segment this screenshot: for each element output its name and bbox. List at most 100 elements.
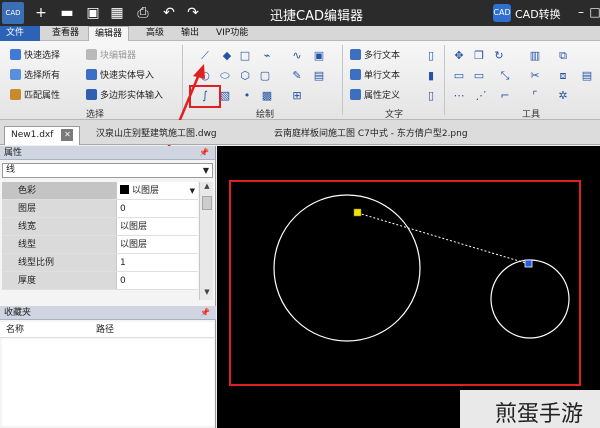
scroll-down-icon[interactable]: ▼ (200, 288, 214, 300)
line-tool-icon[interactable]: ⟋ (198, 49, 212, 63)
new-icon[interactable]: + (32, 4, 50, 22)
array-tool-icon[interactable]: ▥ (528, 49, 542, 63)
doc-tab-villa[interactable]: 汉泉山庄别墅建筑施工图.dwg (90, 126, 223, 145)
table-tool-icon[interactable]: ⊞ (290, 89, 304, 103)
pen-tool-icon[interactable]: ✎ (290, 69, 304, 83)
copy-tool-icon[interactable]: ❐ (472, 49, 486, 63)
select-all-button[interactable]: 选择所有 (10, 69, 60, 82)
group-tool-icon[interactable]: ⧉ (556, 49, 570, 63)
cad-convert-icon[interactable]: CAD (493, 4, 511, 22)
hexagon-tool-icon[interactable]: ⬡ (238, 69, 252, 83)
property-row-linetype-scale[interactable]: 线型比例 1 (2, 254, 198, 272)
region-tool-icon[interactable]: ▢ (258, 69, 272, 83)
property-row-color[interactable]: 色彩 以图层 ▼ (2, 182, 198, 200)
doc-tab-new1[interactable]: New1.dxf ✕ (4, 126, 81, 145)
window-title: 迅捷CAD编辑器 (270, 9, 363, 24)
text-find-icon[interactable]: ▯ (424, 89, 438, 103)
ribbon-separator (342, 45, 343, 115)
mirror-tool-icon[interactable]: ▭ (452, 69, 466, 83)
tab-editor[interactable]: 编辑器 (88, 26, 130, 41)
column-path[interactable]: 路径 (90, 322, 114, 337)
fillet-tool-icon[interactable]: ⌐ (498, 89, 512, 103)
property-row-layer[interactable]: 图层 0 (2, 200, 198, 218)
maximize-icon[interactable]: □ (588, 4, 600, 20)
image-tool-icon[interactable]: ▩ (260, 89, 274, 103)
arc-chain-tool-icon[interactable]: ⌁ (260, 49, 274, 63)
title-bar: CAD + ▬ ▣ ▦ ⎙ ↶ ↷ 迅捷CAD编辑器 CAD CAD转换 – □ (0, 0, 600, 26)
block-editor-button[interactable]: 块编辑器 (86, 49, 136, 62)
chevron-down-icon: ▼ (202, 166, 209, 175)
polygon-entity-input-button[interactable]: 多边形实体输入 (86, 89, 163, 102)
cad-convert-button[interactable]: CAD转换 (515, 6, 561, 22)
tab-advanced[interactable]: 高级 (140, 26, 170, 41)
chevron-down-icon: ▼ (189, 187, 195, 195)
favorites-list (2, 339, 214, 426)
insert-block-icon[interactable]: ▣ (312, 49, 326, 63)
property-row-lineweight[interactable]: 线宽 以图层 (2, 218, 198, 236)
grip-start[interactable] (353, 208, 362, 217)
ellipse-tool-icon[interactable]: ⬭ (218, 69, 232, 83)
property-row-linetype[interactable]: 线型 以图层 (2, 236, 198, 254)
undo-icon[interactable]: ↶ (160, 4, 178, 22)
pin-icon[interactable]: 📌 (200, 306, 210, 320)
property-row-thickness[interactable]: 厚度 0 (2, 272, 198, 290)
pin-icon[interactable]: 📌 (199, 146, 209, 160)
column-name[interactable]: 名称 (0, 322, 90, 337)
scale-tool-icon[interactable]: ▭ (472, 69, 486, 83)
save-icon[interactable]: ▣ (84, 4, 102, 22)
rectangle-tool-icon[interactable]: □ (238, 49, 252, 63)
move-tool-icon[interactable]: ✥ (452, 49, 466, 63)
text-style-icon[interactable]: ▯ (424, 49, 438, 63)
polyline-tool-icon[interactable]: ◆ (220, 49, 234, 63)
favorites-columns: 名称 路径 (0, 322, 214, 338)
watermark: 煎蛋手游 (495, 402, 584, 427)
tab-output[interactable]: 输出 (175, 26, 205, 41)
brush-icon (10, 89, 21, 100)
rotate-tool-icon[interactable]: ↻ (492, 49, 506, 63)
small-circle[interactable] (490, 259, 570, 339)
multiline-text-button[interactable]: 多行文本 (350, 49, 400, 62)
minimize-icon[interactable]: – (574, 4, 588, 20)
polygon-icon (86, 89, 97, 100)
offset-tool-icon[interactable]: ⋯ (452, 89, 466, 103)
save-as-icon[interactable]: ▦ (108, 4, 126, 22)
drawing-svg (273, 194, 570, 342)
scroll-up-icon[interactable]: ▲ (200, 182, 214, 194)
text-edit-icon[interactable]: ▮ (424, 69, 438, 83)
print-icon[interactable]: ⎙ (134, 4, 152, 22)
tab-file[interactable]: 文件 (0, 26, 40, 41)
break-tool-icon[interactable]: ⋰ (474, 89, 488, 103)
group-label-select: 选择 (86, 110, 105, 120)
match-properties-button[interactable]: 匹配属性 (10, 89, 60, 102)
ribbon-separator (182, 45, 183, 115)
large-circle[interactable] (273, 194, 421, 342)
hatch-dropdown-icon[interactable]: ▤ (312, 69, 326, 83)
curve-tool-icon[interactable]: ∿ (290, 49, 304, 63)
ungroup-tool-icon[interactable]: ⧈ (556, 69, 570, 83)
single-line-text-button[interactable]: 单行文本 (350, 69, 400, 82)
explode-tool-icon[interactable]: ✲ (556, 89, 570, 103)
chamfer-tool-icon[interactable]: ⌜ (528, 89, 542, 103)
redo-icon[interactable]: ↷ (184, 4, 202, 22)
tangent-line[interactable] (357, 212, 530, 265)
stretch-tool-icon[interactable]: ⤡ (498, 69, 512, 83)
layer-tool-icon[interactable]: ▤ (580, 69, 594, 83)
scroll-thumb[interactable] (202, 196, 212, 210)
close-tab-icon[interactable]: ✕ (61, 129, 74, 141)
doc-tab-showroom[interactable]: 云南庭样板间施工图 C7中式 - 东方倩户型2.png (268, 126, 474, 145)
object-type-select[interactable]: 线 ▼ (2, 163, 213, 178)
circle-tool-icon[interactable]: ○ (198, 69, 212, 83)
tab-vip[interactable]: VIP功能 (210, 26, 254, 41)
quick-select-button[interactable]: 快速选择 (10, 49, 60, 62)
open-icon[interactable]: ▬ (58, 4, 76, 22)
properties-panel: 属性 📌 线 ▼ 色彩 以图层 ▼ 图层 0 线宽 以图层 线型 以图层 线型比例… (0, 146, 216, 428)
document-tabs: New1.dxf ✕ 汉泉山庄别墅建筑施工图.dwg 云南庭样板间施工图 C7中式… (0, 120, 600, 145)
grip-end[interactable] (524, 259, 533, 268)
quick-entity-import-button[interactable]: 快速实体导入 (86, 69, 154, 82)
point-tool-icon[interactable]: • (240, 89, 254, 103)
trim-tool-icon[interactable]: ✂ (528, 69, 542, 83)
drawing-canvas[interactable] (217, 146, 600, 428)
attribute-define-button[interactable]: 属性定义 (350, 89, 400, 102)
tab-viewer[interactable]: 查看器 (46, 26, 85, 41)
properties-scrollbar[interactable]: ▲ ▼ (199, 182, 213, 300)
